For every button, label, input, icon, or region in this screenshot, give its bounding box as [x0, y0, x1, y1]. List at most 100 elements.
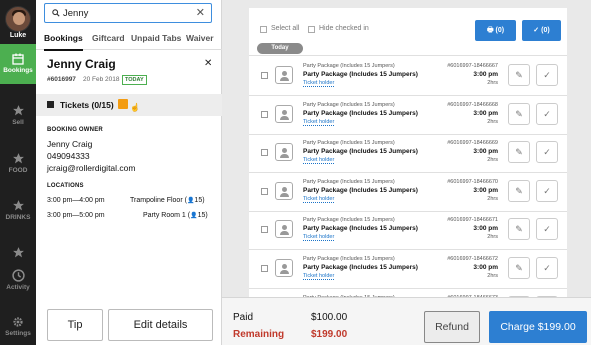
- nav-item-label: Sell: [12, 119, 24, 126]
- nav-item-food[interactable]: FOOD: [0, 152, 36, 174]
- owner-name: Jenny Craig: [47, 139, 93, 149]
- select-all-checkbox[interactable]: [260, 26, 267, 33]
- locations-header: LOCATIONS: [47, 183, 84, 189]
- check-in-ticket-button[interactable]: ✓: [536, 180, 558, 202]
- nav-item-extra[interactable]: [0, 246, 36, 261]
- ticket-package-title: Party Package (Includes 15 Jumpers): [303, 148, 418, 155]
- check-icon: ✓: [543, 70, 551, 80]
- ticket-package-sub: Party Package (Includes 15 Jumpers): [303, 140, 395, 146]
- remaining-value: $199.00: [311, 329, 348, 340]
- tab-bookings[interactable]: Bookings: [44, 33, 83, 51]
- person-icon[interactable]: [275, 259, 293, 277]
- ticket-row[interactable]: Party Package (Includes 15 Jumpers) Party…: [249, 211, 567, 249]
- ticket-package-sub: Party Package (Includes 15 Jumpers): [303, 256, 395, 262]
- tab-unpaid-tabs[interactable]: Unpaid Tabs: [131, 33, 181, 43]
- tickets-label: Tickets (0/15): [60, 100, 114, 110]
- tickets-row[interactable]: Tickets (0/15) ☝: [36, 94, 222, 116]
- paid-label: Paid: [233, 312, 254, 323]
- nav-item-drinks[interactable]: DRINKS: [0, 199, 36, 221]
- ticket-package-sub: Party Package (Includes 15 Jumpers): [303, 217, 395, 223]
- check-count: (0): [541, 27, 550, 34]
- payment-bar: Paid $100.00 Remaining $199.00 Refund Ch…: [222, 297, 591, 345]
- nav-rail: Luke Bookings Sell FOOD DRINKS Activity …: [0, 0, 36, 345]
- star-icon: [12, 105, 24, 116]
- user-avatar[interactable]: [5, 6, 31, 32]
- divider: [249, 55, 567, 56]
- check-in-ticket-button[interactable]: ✓: [536, 64, 558, 86]
- person-icon[interactable]: [275, 182, 293, 200]
- person-icon[interactable]: [275, 66, 293, 84]
- tip-button[interactable]: Tip: [47, 309, 103, 341]
- hide-checked-label: Hide checked in: [319, 25, 369, 32]
- paid-value: $100.00: [311, 312, 348, 323]
- print-button[interactable]: 🖶 (0): [475, 20, 516, 41]
- ticket-holder-link[interactable]: Ticket holder: [303, 273, 335, 280]
- refund-button[interactable]: Refund: [424, 311, 480, 343]
- check-in-ticket-button[interactable]: ✓: [536, 218, 558, 240]
- ticket-checkbox[interactable]: [261, 188, 268, 195]
- person-icon[interactable]: [275, 220, 293, 238]
- close-booking-icon[interactable]: ✕: [204, 58, 212, 69]
- owner-phone: 049094333: [47, 151, 90, 161]
- ticket-holder-link[interactable]: Ticket holder: [303, 119, 335, 126]
- ticket-holder-link[interactable]: Ticket holder: [303, 80, 335, 87]
- edit-ticket-button[interactable]: ✎: [508, 103, 530, 125]
- pencil-icon: ✎: [515, 224, 523, 234]
- location-time: 3:00 pm—4:00 pm: [47, 197, 105, 204]
- check-in-ticket-button[interactable]: ✓: [536, 257, 558, 279]
- remaining-label: Remaining: [233, 329, 285, 340]
- ticket-duration: 2hrs: [487, 196, 498, 202]
- check-icon: ✓: [543, 109, 551, 119]
- edit-ticket-button[interactable]: ✎: [508, 64, 530, 86]
- person-icon[interactable]: [275, 105, 293, 123]
- ticket-row[interactable]: Party Package (Includes 15 Jumpers) Party…: [249, 173, 567, 211]
- check-in-ticket-button[interactable]: ✓: [536, 103, 558, 125]
- edit-ticket-button[interactable]: ✎: [508, 141, 530, 163]
- ticket-row[interactable]: Party Package (Includes 15 Jumpers) Party…: [249, 96, 567, 134]
- ticket-checkbox[interactable]: [261, 226, 268, 233]
- check-in-ticket-button[interactable]: ✓: [536, 141, 558, 163]
- ticket-package-sub: Party Package (Includes 15 Jumpers): [303, 179, 395, 185]
- check-in-button[interactable]: ✓ (0): [522, 20, 561, 41]
- ticket-holder-link[interactable]: Ticket holder: [303, 157, 335, 164]
- person-icon[interactable]: [275, 143, 293, 161]
- ticket-holder-link[interactable]: Ticket holder: [303, 234, 335, 241]
- tab-giftcard[interactable]: Giftcard: [92, 33, 125, 43]
- booking-name: Jenny Craig: [47, 57, 116, 71]
- ticket-checkbox[interactable]: [261, 265, 268, 272]
- ticket-package-title: Party Package (Includes 15 Jumpers): [303, 225, 418, 232]
- search-input[interactable]: Jenny ✕: [44, 3, 212, 23]
- waiver-icon[interactable]: [118, 99, 128, 109]
- ticket-time: 3:00 pm: [473, 110, 498, 117]
- ticket-package-title: Party Package (Includes 15 Jumpers): [303, 71, 418, 78]
- nav-item-activity[interactable]: Activity: [0, 269, 36, 291]
- ticket-row[interactable]: Party Package (Includes 15 Jumpers) Party…: [249, 134, 567, 172]
- hide-checked-checkbox[interactable]: [308, 26, 315, 33]
- edit-details-button[interactable]: Edit details: [108, 309, 213, 341]
- owner-header: BOOKING OWNER: [47, 127, 103, 133]
- nav-item-bookings[interactable]: Bookings: [0, 44, 36, 84]
- ticket-row[interactable]: Party Package (Includes 15 Jumpers) Party…: [249, 57, 567, 95]
- ticket-duration: 2hrs: [487, 273, 498, 279]
- ticket-id: #6016997-18466667: [447, 63, 498, 69]
- search-icon: [52, 9, 60, 17]
- clear-search-icon[interactable]: ✕: [196, 6, 205, 19]
- ticket-package-sub: Party Package (Includes 15 Jumpers): [303, 63, 395, 69]
- pencil-icon: ✎: [515, 263, 523, 273]
- ticket-row[interactable]: Party Package (Includes 15 Jumpers) Party…: [249, 250, 567, 288]
- edit-ticket-button[interactable]: ✎: [508, 218, 530, 240]
- check-icon: ✓: [543, 186, 551, 196]
- ticket-checkbox[interactable]: [261, 111, 268, 118]
- ticket-id: #6016997-18466672: [447, 256, 498, 262]
- ticket-checkbox[interactable]: [261, 149, 268, 156]
- edit-ticket-button[interactable]: ✎: [508, 257, 530, 279]
- nav-item-sell[interactable]: Sell: [0, 104, 36, 126]
- charge-button[interactable]: Charge $199.00: [489, 311, 587, 343]
- ticket-time: 3:00 pm: [473, 71, 498, 78]
- ticket-checkbox[interactable]: [261, 72, 268, 79]
- edit-ticket-button[interactable]: ✎: [508, 180, 530, 202]
- ticket-time: 3:00 pm: [473, 187, 498, 194]
- ticket-holder-link[interactable]: Ticket holder: [303, 196, 335, 203]
- nav-item-settings[interactable]: Settings: [0, 316, 36, 337]
- tab-waiver[interactable]: Waiver: [186, 33, 214, 43]
